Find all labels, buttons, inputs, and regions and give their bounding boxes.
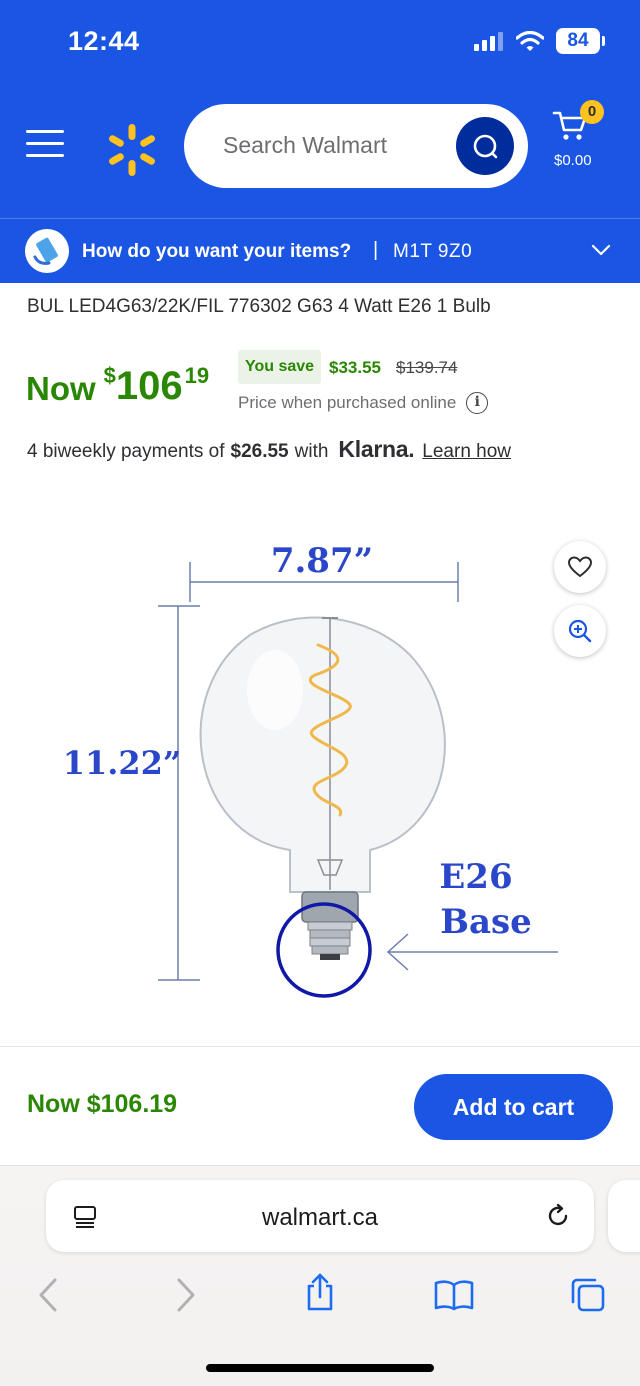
was-price: $139.74	[396, 358, 458, 377]
next-tab-peek[interactable]	[608, 1180, 640, 1252]
klarna-logo: Klarna.	[338, 436, 415, 462]
delivery-icon	[25, 229, 69, 273]
chevron-right-icon	[177, 1278, 195, 1312]
add-to-cart-button[interactable]: Add to cart	[414, 1074, 613, 1140]
back-button[interactable]	[26, 1275, 70, 1315]
heart-icon	[568, 556, 592, 578]
search-icon	[473, 134, 498, 159]
price-cents: 19	[184, 363, 210, 388]
online-note-text: Price when purchased online	[238, 393, 457, 412]
price-now-label: Now	[26, 370, 96, 407]
menu-icon[interactable]	[26, 130, 64, 160]
base-label-base: Base	[440, 902, 532, 942]
app-header: 12:44 84 Search Walmart 0 $0.00 How do y…	[0, 0, 640, 283]
address-bar[interactable]: walmart.ca	[46, 1180, 594, 1252]
tabs-icon	[571, 1278, 605, 1312]
width-dimension-label: 7.87”	[271, 541, 373, 581]
save-amount: $33.55	[329, 358, 381, 377]
price-currency: $	[103, 363, 116, 388]
bookmarks-button[interactable]	[432, 1275, 476, 1315]
cart-button[interactable]: 0 $0.00	[552, 100, 612, 172]
info-icon[interactable]: i	[466, 392, 489, 414]
tabs-button[interactable]	[566, 1275, 610, 1315]
chevron-down-icon	[591, 244, 611, 256]
klarna-amount: $26.55	[230, 441, 289, 462]
current-price: Now $ 106 19	[26, 363, 210, 409]
you-save-badge: You save	[238, 350, 322, 384]
delivery-question: How do you want your items?	[82, 241, 352, 262]
klarna-payments: 4 biweekly payments of $26.55 with Klarn…	[27, 436, 511, 463]
share-button[interactable]	[298, 1272, 342, 1312]
home-indicator	[206, 1364, 434, 1372]
klarna-learn-how-link[interactable]: Learn how	[422, 441, 511, 463]
reload-icon[interactable]	[544, 1202, 572, 1230]
base-label-e26: E26	[439, 857, 512, 897]
online-price-note: Price when purchased online i	[238, 392, 489, 414]
height-dimension-label: 11.22”	[63, 744, 182, 782]
divider	[0, 1046, 640, 1047]
chevron-left-icon	[39, 1278, 57, 1312]
signal-icon	[474, 32, 503, 51]
price-whole: 106	[115, 364, 183, 408]
status-time: 12:44	[68, 26, 140, 56]
cart-total: $0.00	[554, 152, 592, 169]
search-button[interactable]	[456, 117, 514, 175]
klarna-with: with	[294, 441, 329, 462]
share-icon	[307, 1273, 333, 1311]
delivery-selector[interactable]: How do you want your items? | M1T 9Z0	[0, 218, 640, 283]
zoom-button[interactable]	[554, 605, 606, 657]
postal-code: M1T 9Z0	[393, 241, 473, 262]
forward-button[interactable]	[164, 1275, 208, 1315]
cart-count-badge: 0	[580, 100, 604, 124]
walmart-spark-logo[interactable]	[104, 122, 160, 178]
klarna-prefix: 4 biweekly payments of	[27, 441, 225, 462]
wifi-icon	[516, 30, 544, 51]
zoom-in-icon	[568, 619, 592, 643]
footer-price: Now $106.19	[27, 1090, 178, 1118]
search-placeholder: Search Walmart	[223, 132, 388, 158]
product-title: BUL LED4G63/22K/FIL 776302 G63 4 Watt E2…	[27, 296, 491, 317]
url-text: walmart.ca	[261, 1204, 379, 1231]
status-icons: 84	[474, 28, 605, 54]
search-input[interactable]: Search Walmart	[184, 104, 528, 188]
delivery-separator: |	[373, 239, 379, 261]
favorite-button[interactable]	[554, 541, 606, 593]
battery-indicator: 84	[556, 28, 605, 54]
book-icon	[434, 1280, 474, 1311]
product-image[interactable]: 7.87” 11.22” E26 Base	[40, 520, 580, 1030]
